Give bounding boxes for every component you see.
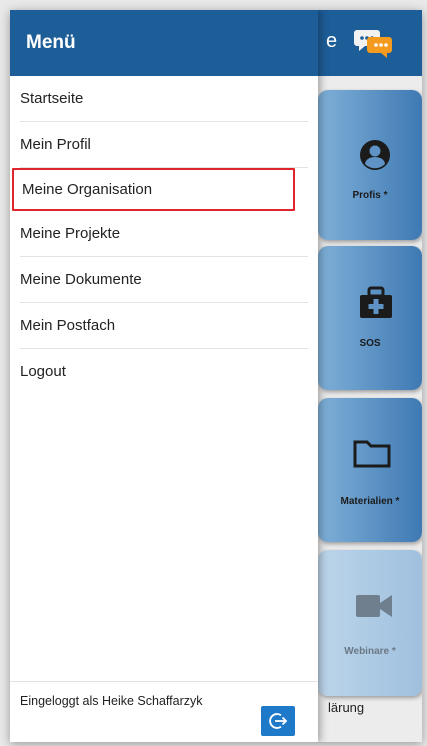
drawer-header: Menü (10, 10, 318, 76)
menu-item-meine-projekte[interactable]: Meine Projekte (20, 211, 308, 257)
menu-item-label: Startseite (20, 90, 84, 107)
navigation-drawer: Menü Startseite Mein Profil Meine Organi… (10, 10, 318, 742)
menu-item-label: Mein Profil (20, 136, 91, 153)
tile-label: Webinare * (344, 646, 396, 657)
drawer-title: Menü (26, 32, 76, 53)
chat-bubbles-icon[interactable] (354, 26, 394, 60)
user-icon (360, 140, 390, 170)
menu-item-label: Meine Organisation (22, 181, 153, 198)
tile-label: Profis * (352, 190, 388, 201)
menu-item-label: Meine Projekte (20, 225, 121, 242)
drawer-footer: Eingeloggt als Heike Schaffarzyk (10, 681, 318, 742)
tile-label: SOS (359, 338, 381, 349)
menu-item-label: Meine Dokumente (20, 271, 142, 288)
phone-screen: e Profis * SOS Materialien * Webinare * … (10, 10, 422, 742)
menu-item-logout[interactable]: Logout (20, 349, 308, 394)
menu-item-label: Logout (20, 363, 66, 380)
tile-sos[interactable]: SOS (318, 246, 422, 390)
menu-item-meine-dokumente[interactable]: Meine Dokumente (20, 257, 308, 303)
drawer-menu: Startseite Mein Profil Meine Organisatio… (10, 76, 318, 394)
app-title: e (326, 30, 338, 52)
folder-icon (353, 440, 391, 468)
video-camera-icon (356, 595, 392, 617)
first-aid-kit-icon (360, 286, 392, 318)
logout-icon (269, 713, 288, 729)
tile-label: Materialien * (340, 496, 400, 507)
menu-item-mein-postfach[interactable]: Mein Postfach (20, 303, 308, 349)
tile-materialien[interactable]: Materialien * (318, 398, 422, 542)
tile-webinare[interactable]: Webinare * (318, 550, 422, 696)
menu-item-startseite[interactable]: Startseite (20, 76, 308, 122)
menu-item-label: Mein Postfach (20, 317, 116, 334)
tile-profis[interactable]: Profis * (318, 90, 422, 240)
menu-item-meine-organisation[interactable]: Meine Organisation (12, 168, 295, 211)
logout-button[interactable] (261, 706, 295, 736)
logged-in-text: Eingeloggt als Heike Schaffarzyk (20, 694, 203, 708)
menu-item-mein-profil[interactable]: Mein Profil (20, 122, 308, 168)
bottom-text-fragment: lärung (328, 700, 365, 715)
